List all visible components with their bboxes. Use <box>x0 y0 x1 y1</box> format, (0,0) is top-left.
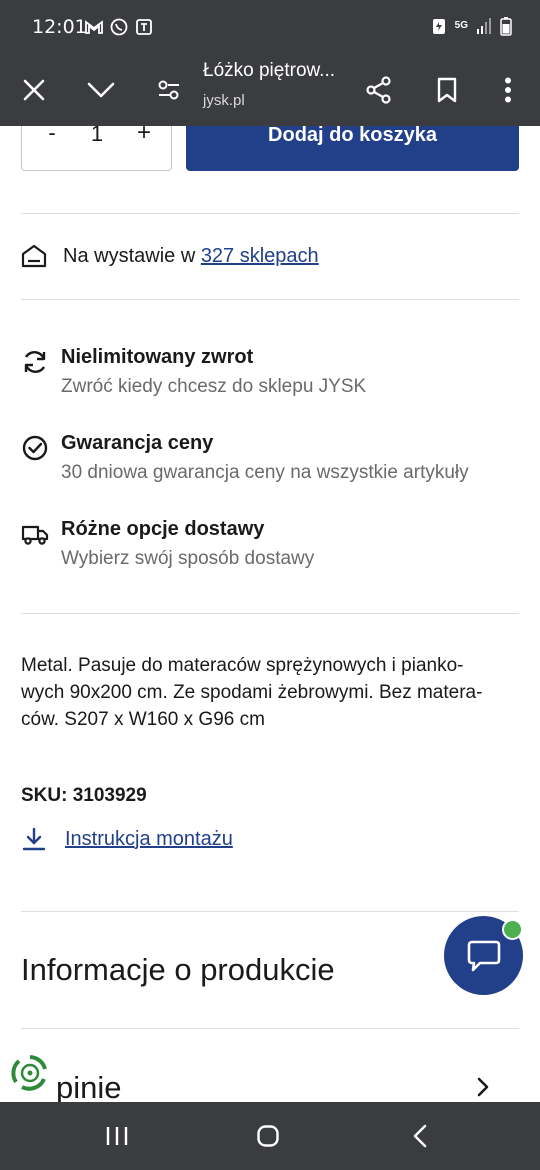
system-icons: 5G <box>431 16 512 36</box>
more-icon <box>505 77 511 103</box>
chevron-right-icon[interactable] <box>472 1076 494 1098</box>
close-icon <box>23 79 45 101</box>
home-icon <box>257 1125 279 1147</box>
feature-title: Nielimitowany zwrot <box>61 346 254 368</box>
assembly-instructions[interactable]: Instrukcja montażu <box>21 826 233 852</box>
divider <box>21 911 519 912</box>
network-label: 5G <box>454 20 468 31</box>
site-settings-button[interactable] <box>145 66 193 114</box>
notification-icons <box>84 17 154 37</box>
quantity-value[interactable]: 1 <box>87 126 107 147</box>
browser-toolbar: Łóżko piętrow... jysk.pl <box>0 56 540 126</box>
recycle-icon[interactable] <box>9 1052 51 1094</box>
battery-saver-icon <box>432 19 445 34</box>
share-button[interactable] <box>355 66 403 114</box>
recent-apps-button[interactable] <box>95 1116 139 1156</box>
check-circle-icon <box>22 435 48 461</box>
page-title[interactable]: Łóżko piętrow... <box>203 60 335 82</box>
description-line: Metal. Pasuje do materaców sprężynowych … <box>21 655 464 676</box>
feature-title: Gwarancja ceny <box>61 432 214 454</box>
feature-title: Różne opcje dostawy <box>61 518 265 540</box>
store-availability-text: Na wystawie w 327 sklepach <box>63 245 319 268</box>
store-icon <box>21 244 47 268</box>
whatsapp-icon <box>110 18 128 36</box>
product-description: Metal. Pasuje do materaców sprężynowych … <box>21 652 521 733</box>
quantity-decrease-button[interactable]: - <box>42 126 62 146</box>
gmail-icon <box>85 20 103 34</box>
online-indicator <box>502 919 523 940</box>
quantity-stepper: - 1 + <box>21 126 172 171</box>
minimize-button[interactable] <box>77 66 125 114</box>
refresh-icon <box>24 351 46 373</box>
back-icon <box>413 1124 427 1148</box>
divider <box>21 213 519 214</box>
status-bar: 12:01 5G <box>0 0 540 56</box>
close-tab-button[interactable] <box>10 66 58 114</box>
recent-apps-icon <box>106 1127 128 1145</box>
home-button[interactable] <box>246 1116 290 1156</box>
feature-subtitle: Zwróć kiedy chcesz do sklepu JYSK <box>61 376 367 397</box>
description-line: ców. S207 x W160 x G96 cm <box>21 709 265 730</box>
store-count-link[interactable]: 327 sklepach <box>201 245 319 267</box>
product-info-accordion[interactable]: Informacje o produkcie <box>21 952 335 988</box>
back-button[interactable] <box>398 1116 442 1156</box>
quantity-increase-button[interactable]: + <box>134 126 154 147</box>
status-time: 12:01 <box>32 16 87 38</box>
bookmark-button[interactable] <box>423 66 471 114</box>
feature-subtitle: 30 dniowa gwarancja ceny na wszystkie ar… <box>61 462 469 483</box>
product-sku: SKU: 3103929 <box>21 785 147 806</box>
signal-icon <box>477 18 491 34</box>
assembly-instructions-link[interactable]: Instrukcja montażu <box>65 828 233 851</box>
divider <box>21 1028 519 1029</box>
description-line: wych 90x200 cm. Ze spodami żebrowymi. Be… <box>21 682 483 703</box>
feature-subtitle: Wybierz swój sposób dostawy <box>61 548 315 569</box>
share-icon <box>366 76 391 104</box>
divider <box>21 299 519 300</box>
truck-icon <box>21 525 49 545</box>
chevron-down-icon <box>87 82 115 98</box>
page-domain[interactable]: jysk.pl <box>203 92 245 109</box>
download-icon <box>22 827 46 851</box>
add-to-cart-button[interactable]: Dodaj do koszyka <box>186 126 519 171</box>
store-availability: Na wystawie w 327 sklepach <box>21 243 319 269</box>
chat-bubble-icon <box>467 940 500 971</box>
opinions-accordion[interactable]: pinie <box>56 1070 122 1102</box>
divider <box>21 613 519 614</box>
battery-icon <box>500 17 512 36</box>
system-navigation-bar <box>0 1102 540 1170</box>
app-icon <box>136 19 152 35</box>
more-options-button[interactable] <box>484 66 532 114</box>
store-availability-prefix: Na wystawie w <box>63 244 201 267</box>
bookmark-icon <box>437 77 457 103</box>
tune-icon <box>158 80 179 100</box>
